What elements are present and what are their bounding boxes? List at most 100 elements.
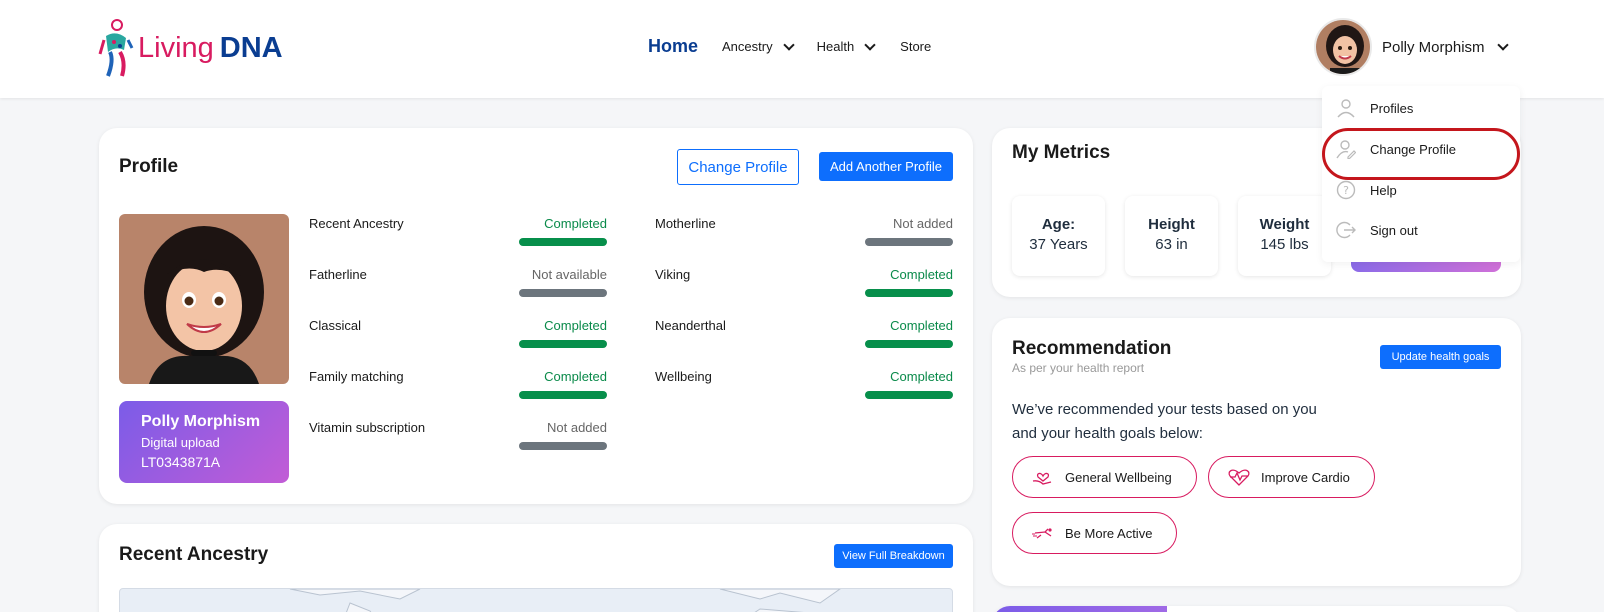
- metric-label: Height: [1148, 216, 1195, 233]
- avatar: [1314, 18, 1372, 76]
- user-icon: [1337, 99, 1355, 118]
- top-header: Living DNA Home Ancestry Health Store Po…: [0, 0, 1604, 98]
- test-status-bar: [519, 391, 607, 399]
- logo-text-living: Living: [138, 31, 214, 64]
- living-dna-logo[interactable]: Living DNA: [96, 18, 283, 78]
- chevron-down-icon: [782, 38, 795, 51]
- update-health-goals-button[interactable]: Update health goals: [1380, 345, 1501, 369]
- goal-label: General Wellbeing: [1065, 469, 1172, 485]
- next-card-tab[interactable]: [992, 606, 1167, 612]
- test-status-bar: [519, 442, 607, 450]
- profile-badge-type: Digital upload: [141, 435, 220, 450]
- recommendation-card: Recommendation As per your health report…: [992, 318, 1521, 586]
- next-card: [992, 606, 1521, 612]
- test-status-bar: [865, 289, 953, 297]
- profile-badge-name: Polly Morphism: [141, 413, 261, 430]
- add-another-profile-button[interactable]: Add Another Profile: [819, 152, 953, 181]
- test-status: Completed: [890, 267, 953, 282]
- nav-home[interactable]: Home: [648, 36, 698, 57]
- user-menu-toggle[interactable]: Polly Morphism: [1314, 18, 1509, 76]
- nav-ancestry-label: Ancestry: [722, 39, 773, 54]
- profile-photo-image: [119, 214, 289, 384]
- goal-be-more-active[interactable]: Be More Active: [1012, 512, 1178, 554]
- recommendation-title: Recommendation: [1012, 338, 1172, 359]
- dropdown-item-profiles[interactable]: Profiles: [1336, 98, 1413, 118]
- dropdown-item-label: Profiles: [1370, 100, 1414, 116]
- avatar-image: [1316, 20, 1370, 74]
- test-label: Neanderthal: [655, 318, 726, 333]
- user-name: Polly Morphism: [1382, 38, 1485, 56]
- chevron-down-icon: [864, 38, 876, 51]
- goal-label: Improve Cardio: [1261, 469, 1350, 485]
- test-status-bar: [519, 289, 607, 297]
- goal-label: Be More Active: [1065, 525, 1153, 541]
- dropdown-item-label: Change Profile: [1370, 141, 1456, 157]
- running-icon: [1032, 528, 1052, 539]
- main-nav: Home Ancestry Health Store: [648, 36, 931, 57]
- metric-age: Age: 37 Years: [1012, 196, 1105, 276]
- recommendation-subtitle: As per your health report: [1012, 361, 1145, 375]
- profile-card-title: Profile: [119, 156, 179, 177]
- nav-health[interactable]: Health: [816, 38, 876, 54]
- metric-value: 37 Years: [1029, 236, 1088, 253]
- view-full-breakdown-button[interactable]: View Full Breakdown: [834, 544, 953, 568]
- test-label: Motherline: [655, 216, 716, 231]
- test-label: Wellbeing: [655, 369, 712, 384]
- profile-badge-id: LT0343871A: [141, 454, 221, 470]
- metric-label: Weight: [1259, 216, 1310, 233]
- profile-badge: Polly Morphism Digital upload LT0343871A: [119, 401, 289, 483]
- test-status-bar: [865, 340, 953, 348]
- test-status: Completed: [544, 318, 607, 333]
- recent-ancestry-card: Recent Ancestry View Full Breakdown: [99, 524, 973, 612]
- svg-text:?: ?: [1343, 184, 1349, 197]
- dropdown-item-sign-out[interactable]: Sign out: [1336, 220, 1418, 240]
- heartbeat-icon: [1228, 469, 1250, 486]
- nav-ancestry[interactable]: Ancestry: [722, 38, 795, 54]
- test-label: Fatherline: [309, 267, 367, 282]
- test-status-bar: [865, 238, 953, 246]
- dropdown-item-label: Sign out: [1370, 222, 1418, 238]
- test-label: Recent Ancestry: [309, 216, 404, 231]
- dna-figure-icon: [98, 19, 134, 77]
- metric-height: Height 63 in: [1125, 196, 1218, 276]
- test-status: Completed: [544, 216, 607, 231]
- recommendation-text: We’ve recommended your tests based on yo…: [1012, 401, 1317, 442]
- ancestry-map[interactable]: [119, 588, 953, 612]
- metric-value: 63 in: [1155, 236, 1188, 253]
- user-dropdown-menu: Profiles Change Profile ? Help Sign out: [1322, 86, 1520, 262]
- dropdown-item-label: Help: [1370, 182, 1397, 198]
- profile-card: Profile Change Profile Add Another Profi…: [99, 128, 973, 504]
- test-label: Family matching: [309, 369, 404, 384]
- dropdown-item-change-profile[interactable]: Change Profile: [1336, 139, 1456, 159]
- goal-improve-cardio[interactable]: Improve Cardio: [1208, 456, 1375, 498]
- user-edit-icon: [1336, 140, 1356, 159]
- recent-ancestry-title: Recent Ancestry: [119, 544, 269, 565]
- change-profile-button[interactable]: Change Profile: [677, 149, 799, 185]
- profile-photo: [119, 214, 289, 384]
- goal-general-wellbeing[interactable]: General Wellbeing: [1012, 456, 1197, 498]
- help-icon: ?: [1336, 180, 1356, 200]
- chevron-down-icon: [1496, 39, 1509, 51]
- test-status: Not added: [893, 216, 953, 231]
- world-map-image: [289, 589, 841, 612]
- test-status: Completed: [890, 369, 953, 384]
- sign-out-icon: [1336, 221, 1356, 239]
- nav-health-label: Health: [816, 39, 855, 54]
- test-status-bar: [519, 238, 607, 246]
- test-status: Completed: [544, 369, 607, 384]
- test-status: Not added: [547, 420, 607, 435]
- test-label: Vitamin subscription: [309, 420, 426, 435]
- test-status: Completed: [890, 318, 953, 333]
- dropdown-item-help[interactable]: ? Help: [1336, 180, 1397, 200]
- nav-store[interactable]: Store: [900, 39, 931, 54]
- metric-label: Age:: [1041, 216, 1076, 233]
- test-status-bar: [519, 340, 607, 348]
- test-label: Viking: [655, 267, 691, 282]
- metric-value: 145 lbs: [1260, 236, 1309, 253]
- my-metrics-title: My Metrics: [1012, 142, 1111, 163]
- test-status: Not available: [531, 267, 607, 282]
- test-status-bar: [865, 391, 953, 399]
- metric-weight: Weight 145 lbs: [1238, 196, 1331, 276]
- logo-text-dna: DNA: [219, 31, 283, 64]
- heart-hand-icon: [1032, 472, 1052, 485]
